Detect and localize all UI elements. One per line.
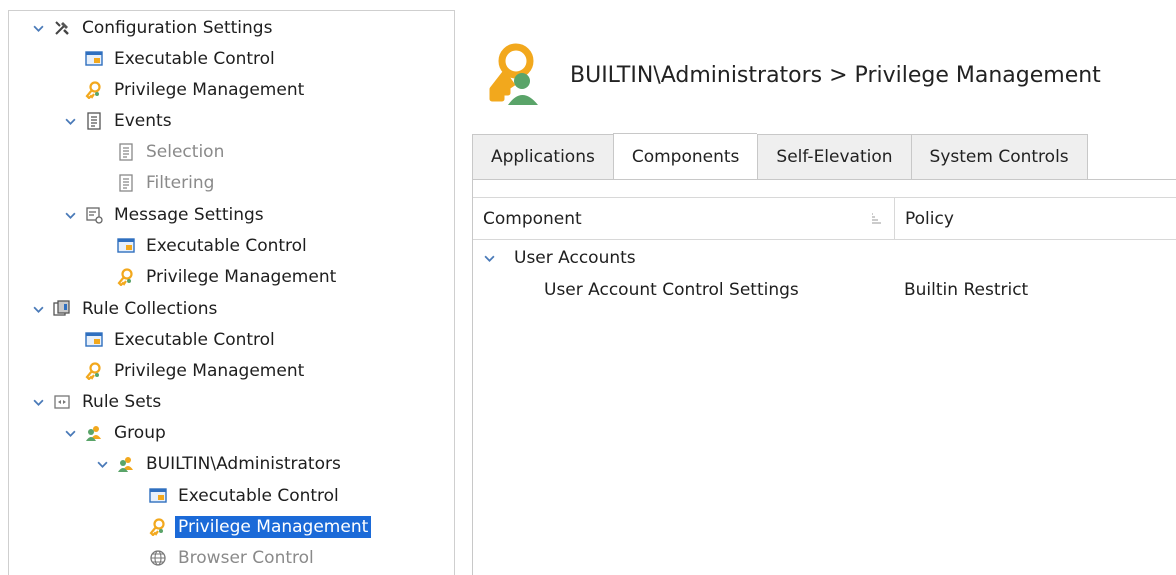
tree-item-privilege-management[interactable]: Privilege Management [85, 356, 307, 386]
chevron-down-icon[interactable] [63, 114, 77, 128]
document-icon [117, 143, 135, 161]
tree-item-label: Executable Control [146, 236, 307, 256]
grid-header: Component Policy [473, 197, 1176, 240]
tree-item-rule-sets[interactable]: Rule Sets [31, 387, 164, 417]
executable-control-icon [85, 331, 103, 349]
executable-control-icon [117, 237, 135, 255]
chevron-down-icon[interactable] [63, 208, 77, 222]
tree-item-privilege-management[interactable]: Privilege Management [117, 262, 339, 292]
tree-item-events[interactable]: Events [63, 106, 175, 136]
component-cell: User Account Control Settings [544, 280, 799, 300]
message-settings-icon [85, 206, 103, 224]
tree-item-executable-control[interactable]: Executable Control [85, 44, 278, 74]
tree-item-label: Message Settings [114, 205, 264, 225]
navigation-tree[interactable]: Configuration Settings Executable Contro… [8, 10, 455, 575]
tree-item-label: Executable Control [114, 49, 275, 69]
tree-item-label: Rule Sets [82, 392, 162, 412]
tree-item-label: Privilege Management [114, 80, 305, 100]
page-title: BUILTIN\Administrators > Privilege Manag… [570, 62, 1101, 88]
privilege-key-icon [117, 268, 135, 286]
column-header-component[interactable]: Component [473, 198, 895, 239]
document-icon [117, 174, 135, 192]
chevron-down-icon[interactable] [63, 426, 77, 440]
tree-item-group[interactable]: Group [63, 418, 169, 448]
tab-applications[interactable]: Applications [472, 134, 613, 180]
tree-item-label: Events [114, 111, 172, 131]
group-row-user-accounts[interactable]: User Accounts [482, 243, 636, 273]
tree-item-label: Rule Collections [82, 299, 218, 319]
executable-control-icon [149, 487, 167, 505]
tree-item-label: Filtering [146, 173, 215, 193]
tree-item-label: Privilege Management [146, 267, 337, 287]
tree-item-label: Configuration Settings [82, 18, 273, 38]
tree-item-configuration-settings[interactable]: Configuration Settings [31, 13, 275, 43]
privilege-key-icon [85, 362, 103, 380]
column-header-label: Policy [905, 208, 954, 229]
globe-icon [149, 549, 167, 567]
rule-collections-icon [53, 300, 71, 318]
tree-item-label: Privilege Management [114, 361, 305, 381]
chevron-down-icon[interactable] [482, 251, 496, 265]
tree-item-privilege-management-selected[interactable]: Privilege Management [149, 512, 372, 542]
privilege-key-icon [149, 518, 167, 536]
tab-bar: Applications Components Self-Elevation S… [472, 133, 1088, 180]
group-label: User Accounts [514, 248, 636, 268]
tree-item-executable-control[interactable]: Executable Control [149, 481, 342, 511]
tree-item-filtering[interactable]: Filtering [117, 168, 217, 198]
tree-item-executable-control[interactable]: Executable Control [117, 231, 310, 261]
tree-item-message-settings[interactable]: Message Settings [63, 200, 267, 230]
tree-item-privilege-management[interactable]: Privilege Management [85, 75, 307, 105]
chevron-down-icon[interactable] [95, 457, 109, 471]
tree-item-label: Group [114, 423, 166, 443]
table-row[interactable]: User Account Control Settings [544, 275, 799, 305]
group-icon [117, 455, 135, 473]
tree-item-selection[interactable]: Selection [117, 137, 227, 167]
tab-self-elevation[interactable]: Self-Elevation [757, 134, 911, 180]
privilege-key-user-icon [482, 43, 546, 107]
tree-item-builtin-administrators[interactable]: BUILTIN\Administrators [95, 449, 344, 479]
executable-control-icon [85, 50, 103, 68]
tab-components[interactable]: Components [612, 133, 758, 180]
tree-item-label: Executable Control [114, 330, 275, 350]
chevron-down-icon[interactable] [31, 395, 45, 409]
chevron-down-icon[interactable] [31, 21, 45, 35]
policy-cell[interactable]: Builtin Restrict [904, 275, 1028, 305]
tree-item-label: Browser Control [178, 548, 314, 568]
tree-item-label: Selection [146, 142, 225, 162]
chevron-down-icon[interactable] [31, 302, 45, 316]
events-document-icon [85, 112, 103, 130]
tree-item-browser-control[interactable]: Browser Control [149, 543, 317, 573]
page-header: BUILTIN\Administrators > Privilege Manag… [482, 42, 1172, 108]
tree-item-executable-control[interactable]: Executable Control [85, 325, 278, 355]
tree-item-label: BUILTIN\Administrators [146, 454, 341, 474]
tab-system-controls[interactable]: System Controls [910, 134, 1088, 180]
tab-divider [472, 179, 1176, 180]
tree-item-label: Executable Control [178, 486, 339, 506]
tools-icon [53, 19, 71, 37]
sort-icon[interactable] [870, 212, 882, 224]
tree-item-rule-collections[interactable]: Rule Collections [31, 294, 220, 324]
rule-sets-icon [53, 393, 71, 411]
column-header-policy[interactable]: Policy [895, 198, 1176, 239]
privilege-key-icon [85, 81, 103, 99]
column-header-label: Component [483, 208, 582, 229]
group-icon [85, 424, 103, 442]
tree-item-label: Privilege Management [175, 516, 372, 538]
